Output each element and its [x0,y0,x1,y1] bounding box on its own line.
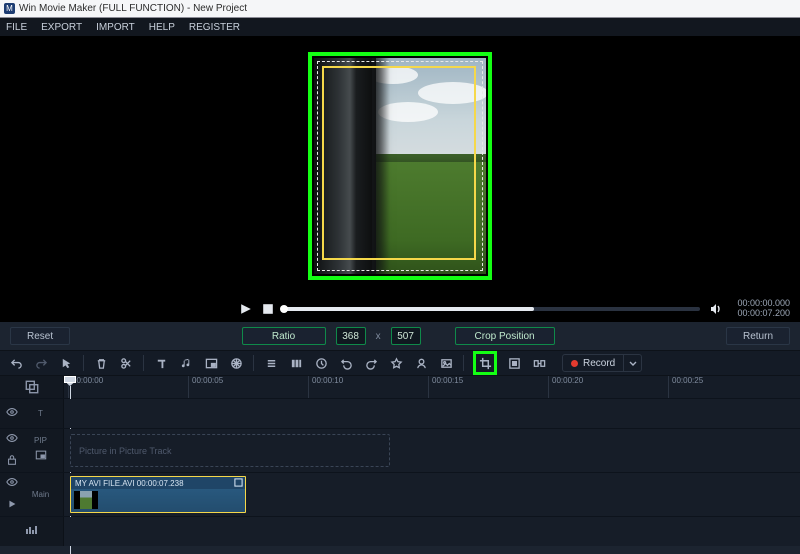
track-text[interactable] [64,399,800,428]
lane-main: Main MY AVI FILE.AVI 00:00:07.238 [0,472,800,516]
ruler-major: 00:00:10 [308,376,343,398]
crop-width[interactable]: 368 [336,327,366,345]
rotate-ccw-icon[interactable] [338,355,354,371]
star-icon[interactable] [388,355,404,371]
lock-icon[interactable] [6,453,18,471]
play-button[interactable] [240,303,252,315]
lane-head-audio [0,517,64,546]
cursor-icon[interactable] [58,355,74,371]
record-dropdown[interactable] [623,355,641,371]
split-icon[interactable] [118,355,134,371]
menu-help[interactable]: HELP [149,22,175,33]
eye-icon[interactable] [6,475,18,493]
reset-button[interactable]: Reset [10,327,70,345]
rotate-cw-icon[interactable] [363,355,379,371]
lane-head-layers[interactable] [0,376,64,398]
columns-icon[interactable] [288,355,304,371]
crop-tool-icon[interactable] [477,355,493,371]
menu-register[interactable]: REGISTER [189,22,240,33]
record-dot-icon [571,360,578,367]
menu-file[interactable]: FILE [6,22,27,33]
user-icon[interactable] [413,355,429,371]
crop-frame[interactable] [314,58,486,274]
pip-small-icon [35,448,47,466]
ruler-major: 00:00:05 [188,376,223,398]
preview-area [0,36,800,296]
crop-highlight [308,52,492,280]
track-audio[interactable] [64,517,800,546]
history-icon[interactable] [313,355,329,371]
crop-position-button[interactable]: Crop Position [455,327,555,345]
timeline-toolbar: Record [0,350,800,376]
menu-import[interactable]: IMPORT [96,22,135,33]
lane-label-main: Main [24,490,57,499]
pip-placeholder[interactable]: Picture in Picture Track [70,434,390,467]
clip-thumbnail [74,491,98,509]
video-preview [314,58,486,274]
clip-badge-icon [234,478,243,489]
record-button[interactable]: Record [563,358,623,369]
delete-icon[interactable] [93,355,109,371]
window-titlebar: M Win Movie Maker (FULL FUNCTION) - New … [0,0,800,18]
stop-button[interactable] [262,303,274,315]
ruler-major: 00:00:15 [428,376,463,398]
lane-label-text: T [24,409,57,418]
dimension-x: x [376,331,381,342]
undo-icon[interactable] [8,355,24,371]
seek-slider[interactable] [284,307,700,311]
lane-pip: PIP Picture in Picture Track [0,428,800,472]
text-tool-icon[interactable] [153,355,169,371]
eye-icon[interactable] [6,405,18,423]
return-button[interactable]: Return [726,327,790,345]
lane-text: T [0,398,800,428]
image-icon[interactable] [438,355,454,371]
lane-label-pip: PIP [34,436,47,445]
ruler-major: 00:00:00 [68,376,103,398]
video-clip[interactable]: MY AVI FILE.AVI 00:00:07.238 [70,476,246,513]
lane-head-pip: PIP [0,429,64,472]
timeline: 00:00:00 00:00:05 00:00:10 00:00:15 00:0… [0,376,800,546]
transition-icon[interactable] [531,355,547,371]
time-ruler[interactable]: 00:00:00 00:00:05 00:00:10 00:00:15 00:0… [64,376,800,398]
menu-bar: FILE EXPORT IMPORT HELP REGISTER [0,18,800,36]
mask-square-icon[interactable] [506,355,522,371]
filters-icon[interactable] [228,355,244,371]
menu-export[interactable]: EXPORT [41,22,82,33]
track-main[interactable]: MY AVI FILE.AVI 00:00:07.238 [64,473,800,516]
list-icon[interactable] [263,355,279,371]
eye-icon[interactable] [6,431,18,449]
record-label: Record [583,358,615,369]
ruler-major: 00:00:20 [548,376,583,398]
time-ruler-row: 00:00:00 00:00:05 00:00:10 00:00:15 00:0… [0,376,800,398]
app-logo-icon: M [4,3,15,14]
play-small-icon[interactable] [6,497,18,515]
audio-bars-icon [6,524,57,539]
music-icon[interactable] [178,355,194,371]
lane-head-main: Main [0,473,64,516]
lane-audio [0,516,800,546]
time-display: 00:00:00.000 00:00:07.200 [732,299,790,319]
ratio-button[interactable]: Ratio [242,327,326,345]
lane-head-text: T [0,399,64,428]
record-control: Record [562,354,642,372]
redo-icon[interactable] [33,355,49,371]
ruler-major: 00:00:25 [668,376,703,398]
crop-height[interactable]: 507 [391,327,421,345]
time-total: 00:00:07.200 [732,309,790,319]
crop-tool-highlight [473,351,497,375]
clip-label: MY AVI FILE.AVI 00:00:07.238 [71,477,245,489]
layers-icon [24,379,40,395]
track-pip[interactable]: Picture in Picture Track [64,429,800,472]
window-title: Win Movie Maker (FULL FUNCTION) - New Pr… [19,3,247,14]
volume-button[interactable] [710,303,722,315]
crop-controls: Reset Ratio 368 x 507 Crop Position Retu… [0,322,800,350]
playback-bar: 00:00:00.000 00:00:07.200 [0,296,800,322]
pip-icon[interactable] [203,355,219,371]
